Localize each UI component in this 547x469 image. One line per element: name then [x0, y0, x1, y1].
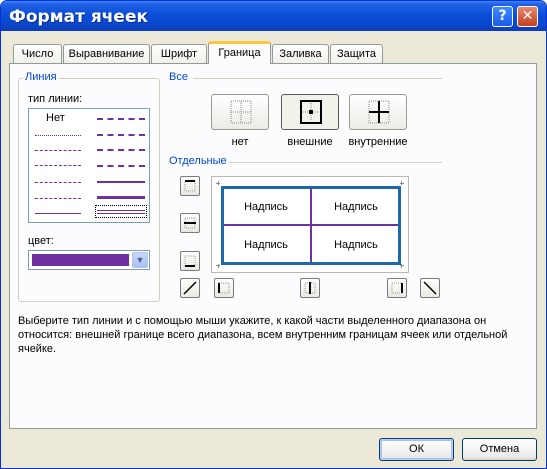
line-style-medium-dashdotdot[interactable] — [97, 118, 145, 120]
tab-font[interactable]: Шрифт — [151, 44, 207, 63]
border-right-icon — [391, 282, 403, 294]
line-style-medium-dashed[interactable] — [97, 165, 145, 167]
preset-none-button[interactable] — [211, 94, 269, 130]
border-diagonal-down-button[interactable] — [420, 278, 440, 298]
selected-color-swatch — [32, 254, 129, 266]
individual-divider — [229, 162, 442, 163]
presets-title: Все — [167, 71, 190, 83]
ok-button[interactable]: ОК — [379, 438, 454, 461]
preset-inside-button[interactable] — [349, 94, 407, 130]
line-style-medium-dashdot[interactable] — [97, 149, 145, 151]
border-preview[interactable]: Надпись Надпись Надпись Надпись — [211, 176, 409, 273]
title-bar[interactable]: Формат ячеек ? ✕ — [1, 1, 546, 31]
line-style-dotted[interactable] — [35, 150, 81, 151]
border-inside-horizontal-icon — [184, 217, 196, 229]
close-button[interactable]: ✕ — [517, 6, 538, 27]
line-style-dashdot[interactable] — [35, 182, 81, 183]
border-inside-icon — [368, 100, 390, 124]
tab-protection[interactable]: Защита — [330, 44, 383, 63]
tab-alignment[interactable]: Выравнивание — [63, 44, 150, 63]
line-style-medium[interactable] — [97, 181, 145, 183]
line-style-thick[interactable] — [97, 196, 145, 199]
preview-cell: Надпись — [334, 239, 378, 251]
border-diagonal-up-button[interactable] — [180, 278, 200, 298]
line-style-slanted-dashdot[interactable] — [97, 134, 145, 136]
line-style-label: тип линии: — [28, 93, 83, 105]
presets-divider — [193, 78, 442, 79]
preview-cell: Надпись — [244, 201, 288, 213]
preset-outline-button[interactable] — [281, 94, 339, 130]
border-inside-horizontal-button[interactable] — [180, 213, 200, 233]
format-cells-dialog: Формат ячеек ? ✕ Число Выравнивание Шриф… — [0, 0, 547, 469]
border-inside-vertical-button[interactable] — [300, 278, 320, 298]
tab-number[interactable]: Число — [13, 44, 62, 63]
line-style-dashdotdot[interactable] — [35, 165, 81, 166]
diagonal-down-icon — [423, 281, 437, 295]
border-left-button[interactable] — [214, 278, 234, 298]
color-dropdown[interactable]: ▼ — [28, 250, 150, 270]
line-style-list[interactable]: Нет — [28, 108, 150, 223]
help-button[interactable]: ? — [492, 6, 513, 27]
tab-border[interactable]: Граница — [208, 41, 271, 64]
window-title: Формат ячеек — [9, 7, 149, 27]
line-style-double-selected[interactable] — [95, 205, 147, 218]
cancel-button[interactable]: Отмена — [462, 438, 537, 461]
color-label: цвет: — [28, 235, 54, 247]
border-inside-vertical-icon — [304, 282, 316, 294]
line-style-thin[interactable] — [35, 213, 81, 214]
border-outline-icon — [300, 100, 322, 124]
individual-title: Отдельные — [167, 155, 229, 167]
border-top-button[interactable] — [180, 176, 200, 196]
line-style-dashed[interactable] — [35, 198, 81, 199]
preset-inside-label: внутренние — [348, 136, 408, 148]
tab-fill[interactable]: Заливка — [272, 44, 329, 63]
border-bottom-button[interactable] — [180, 251, 200, 271]
diagonal-up-icon — [183, 281, 197, 295]
border-top-icon — [184, 180, 196, 192]
description-text: Выберите тип линии и с помощью мыши укаж… — [18, 315, 508, 355]
chevron-down-icon[interactable]: ▼ — [132, 252, 148, 268]
line-style-none[interactable]: Нет — [46, 112, 65, 124]
line-style-hair[interactable] — [35, 135, 81, 136]
preview-cell: Надпись — [244, 239, 288, 251]
preset-outline-label: внешние — [287, 136, 333, 148]
border-none-icon — [230, 100, 252, 124]
border-left-icon — [218, 282, 230, 294]
preview-cell: Надпись — [334, 201, 378, 213]
border-right-button[interactable] — [387, 278, 407, 298]
line-group-title: Линия — [23, 71, 59, 83]
border-bottom-icon — [184, 255, 196, 267]
preset-none-label: нет — [231, 136, 249, 148]
